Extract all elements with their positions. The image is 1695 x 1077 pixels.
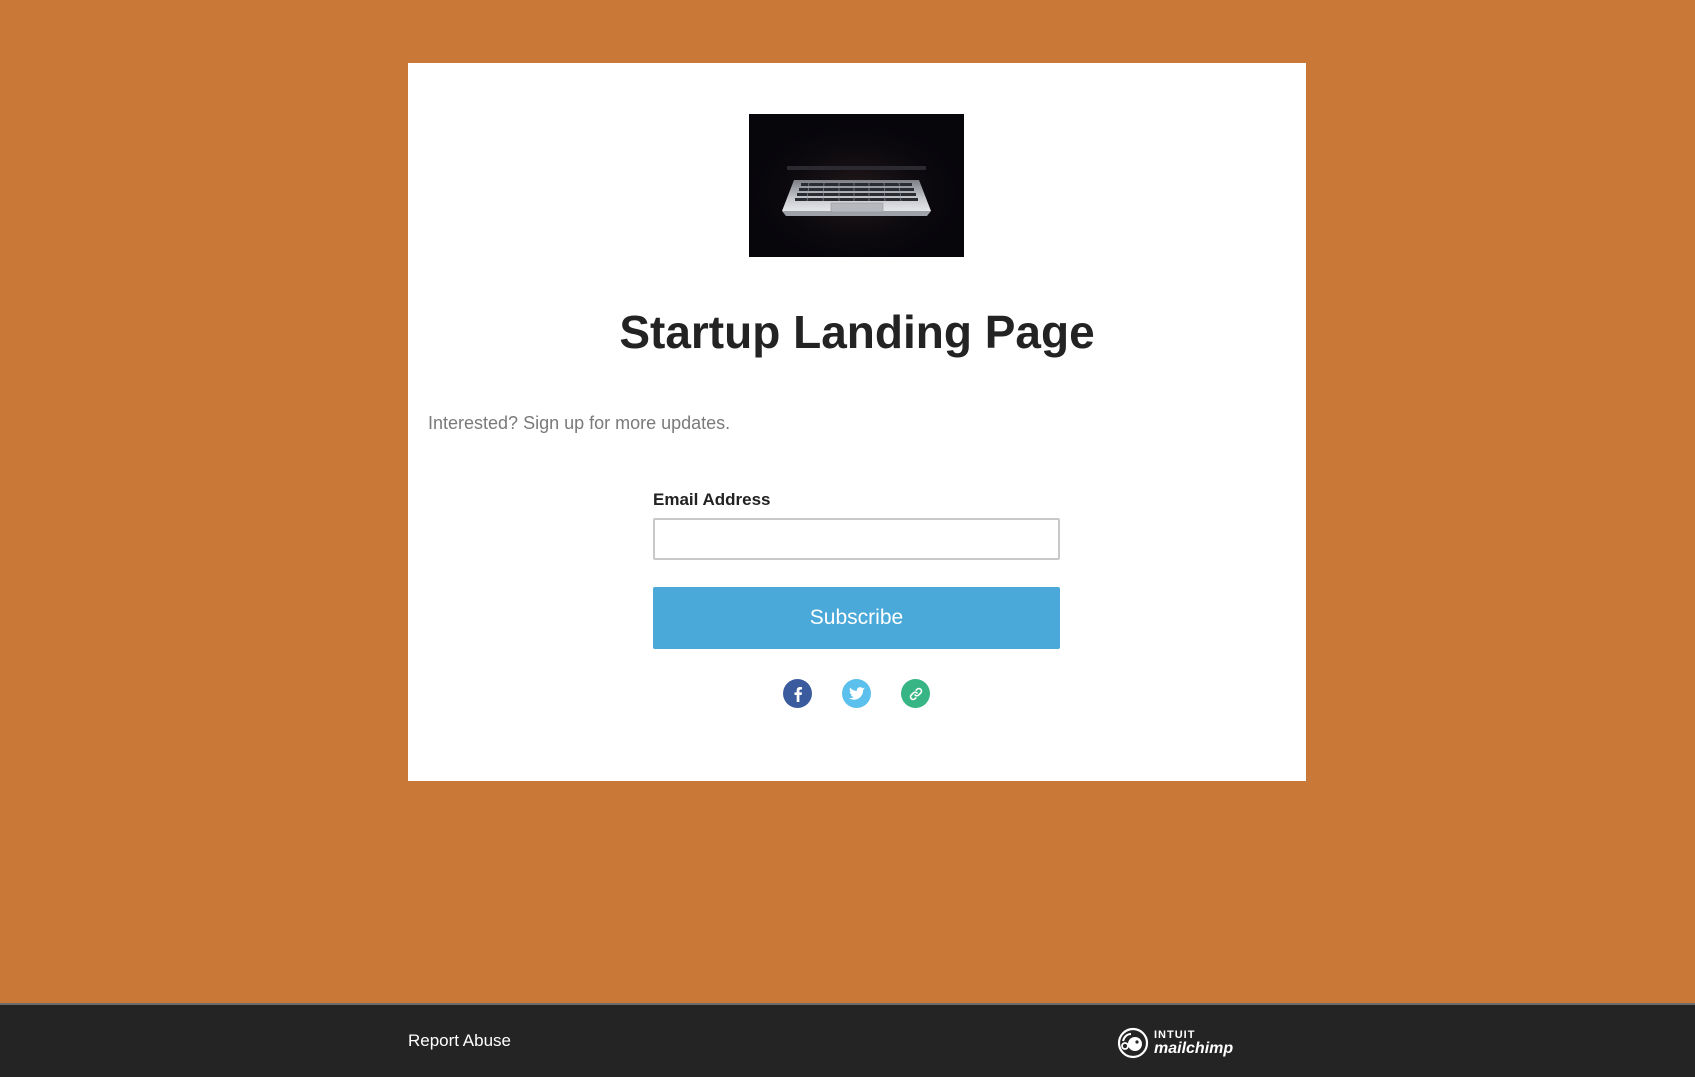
hero-image: [749, 114, 964, 257]
mailchimp-logo[interactable]: INTUIT mailchimp: [1117, 1025, 1233, 1061]
mailchimp-wordmark: INTUIT mailchimp: [1154, 1028, 1234, 1057]
link-icon: [909, 687, 922, 700]
facebook-share-button[interactable]: [783, 679, 812, 708]
footer: Report Abuse INTUIT mailchimp: [0, 1003, 1695, 1077]
mailchimp-wordmark-text: mailchimp: [1154, 1039, 1234, 1057]
page-title: Startup Landing Page: [619, 306, 1095, 358]
signup-prompt: Interested? Sign up for more updates.: [428, 413, 731, 433]
email-field[interactable]: [653, 518, 1060, 560]
freddie-icon: [1117, 1027, 1149, 1059]
facebook-icon: [794, 686, 802, 702]
signup-card: Startup Landing Page Interested? Sign up…: [408, 63, 1306, 781]
intuit-wordmark: INTUIT: [1154, 1028, 1196, 1041]
report-abuse-link[interactable]: Report Abuse: [408, 1031, 511, 1051]
twitter-icon: [848, 686, 865, 700]
email-label: Email Address: [653, 490, 771, 509]
subscribe-button[interactable]: Subscribe: [653, 587, 1060, 649]
twitter-share-button[interactable]: [842, 679, 871, 708]
copy-link-button[interactable]: [901, 679, 930, 708]
laptop-image: [749, 114, 964, 257]
